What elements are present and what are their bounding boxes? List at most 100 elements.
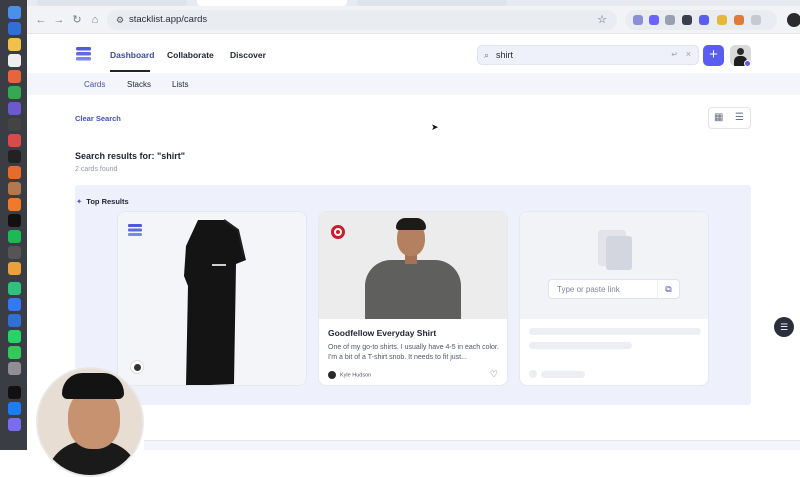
tab-strip	[27, 0, 800, 6]
skeleton-line	[541, 371, 585, 378]
site-info-icon[interactable]: ⚙	[116, 15, 124, 26]
link-drop-area: ⧉	[520, 212, 708, 319]
whatsapp-icon[interactable]	[8, 330, 21, 343]
url-text: stacklist.app/cards	[129, 14, 208, 25]
app-icon[interactable]	[8, 214, 21, 227]
app-icon[interactable]	[8, 102, 21, 115]
list-view-icon[interactable]: ☰	[735, 112, 744, 123]
star-icon[interactable]: ☆	[597, 13, 607, 26]
settings-icon[interactable]	[8, 362, 21, 375]
app-icon[interactable]	[8, 166, 21, 179]
app-icon[interactable]	[8, 134, 21, 147]
nav-discover[interactable]: Discover	[230, 50, 266, 60]
card-goodfellow[interactable]: Goodfellow Everyday Shirt One of my go-t…	[318, 211, 508, 386]
app-icon[interactable]	[8, 314, 21, 327]
results-heading: Search results for: "shirt"	[75, 151, 186, 161]
app-icon[interactable]	[8, 418, 21, 431]
card-add-link: ⧉	[519, 211, 709, 386]
clear-search-link[interactable]: Clear Search	[75, 114, 121, 123]
app-icon[interactable]	[8, 298, 21, 311]
top-results-title: ✦ Top Results	[76, 197, 129, 206]
address-bar[interactable]: ⚙ stacklist.app/cards ☆	[107, 10, 617, 30]
extension-icon[interactable]	[633, 15, 643, 25]
tab-stacks[interactable]: Stacks	[127, 80, 151, 89]
appletv-icon[interactable]	[8, 386, 21, 399]
card-description: One of my go-to shirts. I usually have 4…	[328, 344, 499, 361]
notion-icon[interactable]	[8, 54, 21, 67]
sub-navigation: Cards Stacks Lists	[27, 73, 800, 95]
nav-dashboard[interactable]: Dashboard	[110, 50, 154, 60]
card-title[interactable]: Goodfellow Everyday Shirt	[328, 328, 436, 338]
profile-avatar[interactable]	[787, 13, 800, 27]
browser-tab-active[interactable]	[197, 0, 347, 6]
tab-lists[interactable]: Lists	[172, 80, 188, 89]
photo-shirt	[365, 260, 461, 319]
black-shirt-image	[184, 219, 246, 385]
extension-icon[interactable]	[734, 15, 744, 25]
search-value[interactable]: shirt	[496, 50, 513, 60]
view-toggle: ▦ ☰	[708, 107, 751, 129]
tab-cards[interactable]: Cards	[84, 80, 105, 89]
enter-icon: ↵	[671, 50, 678, 59]
stacklist-logo[interactable]	[75, 47, 92, 61]
finder-icon[interactable]	[8, 6, 21, 19]
facetime-icon[interactable]	[8, 282, 21, 295]
extension-icon[interactable]	[682, 15, 692, 25]
webcam-cap	[62, 373, 124, 399]
reload-icon[interactable]: ↻	[71, 14, 83, 26]
add-card-button[interactable]: +	[703, 45, 724, 66]
app-header: Dashboard Collaborate Discover ⌕ shirt ↵…	[27, 35, 800, 73]
notes-icon[interactable]	[8, 38, 21, 51]
app-icon[interactable]	[8, 70, 21, 83]
notification-badge	[744, 60, 751, 67]
document-placeholder-icon	[606, 236, 632, 270]
app-icon[interactable]	[8, 22, 21, 35]
app-icon[interactable]	[8, 262, 21, 275]
paste-icon[interactable]: ⧉	[657, 280, 679, 298]
avatar-head	[737, 48, 744, 55]
browser-toolbar: ← → ↻ ⌂ ⚙ stacklist.app/cards ☆ ⋮	[27, 0, 800, 34]
chrome-icon[interactable]	[8, 86, 21, 99]
app-icon[interactable]	[8, 198, 21, 211]
forward-icon[interactable]: →	[53, 14, 65, 26]
mouse-cursor-icon: ➤	[431, 122, 439, 132]
browser-tab[interactable]	[37, 0, 187, 6]
extension-icon[interactable]	[665, 15, 675, 25]
stacklist-icon	[128, 224, 142, 236]
extension-icon[interactable]	[649, 15, 659, 25]
photo-hair	[396, 218, 426, 230]
top-results-label: Top Results	[86, 197, 129, 206]
app-icon[interactable]	[8, 118, 21, 131]
skeleton-line	[529, 328, 701, 335]
chat-fab-icon[interactable]: ☰	[774, 317, 794, 337]
appstore-icon[interactable]	[8, 402, 21, 415]
card-shirt-image[interactable]	[117, 211, 307, 386]
grid-view-icon[interactable]: ▦	[714, 112, 723, 123]
link-input-group: ⧉	[548, 279, 680, 299]
search-icon: ⌕	[484, 50, 490, 60]
product-photo	[319, 212, 507, 319]
home-icon[interactable]: ⌂	[89, 14, 101, 26]
heart-icon[interactable]: ♡	[490, 369, 498, 380]
webcam-overlay	[36, 367, 144, 477]
page-footer	[144, 440, 800, 450]
extensions-puzzle-icon[interactable]	[751, 15, 761, 25]
results-count: 2 cards found	[75, 166, 118, 173]
author-name: Kyle Hudson	[340, 372, 372, 379]
back-icon[interactable]: ←	[35, 14, 47, 26]
calendar-icon[interactable]	[8, 150, 21, 163]
sparkle-icon: ✦	[76, 197, 83, 206]
link-input[interactable]	[549, 280, 657, 298]
messages-icon[interactable]	[8, 346, 21, 359]
app-icon[interactable]	[8, 246, 21, 259]
skeleton-line	[529, 342, 632, 349]
extension-icon[interactable]	[699, 15, 709, 25]
nav-collaborate[interactable]: Collaborate	[167, 50, 214, 60]
app-icon[interactable]	[8, 182, 21, 195]
search-input[interactable]: ⌕ shirt ↵ ×	[477, 45, 699, 65]
browser-tab[interactable]	[357, 0, 507, 6]
spotify-icon[interactable]	[8, 230, 21, 243]
clear-search-icon[interactable]: ×	[686, 49, 691, 59]
extension-icon[interactable]	[717, 15, 727, 25]
extensions-bar	[625, 10, 777, 30]
